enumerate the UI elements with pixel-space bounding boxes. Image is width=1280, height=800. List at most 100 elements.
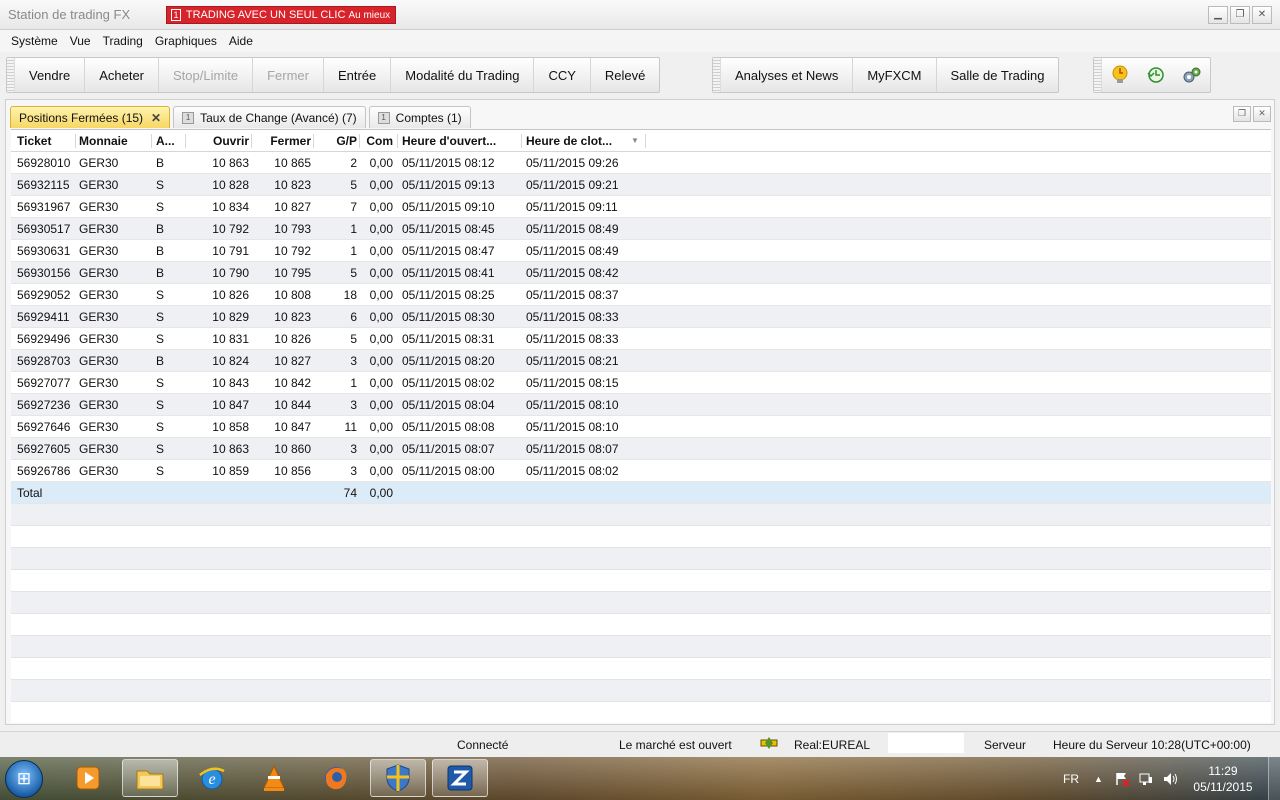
- one-click-trading-indicator[interactable]: 1 TRADING AVEC UN SEUL CLIC Au mieux: [166, 6, 397, 24]
- statement-button[interactable]: Relevé: [591, 58, 659, 92]
- buy-button[interactable]: Acheter: [85, 58, 160, 92]
- lightbulb-icon[interactable]: [1102, 58, 1138, 92]
- vlc-icon[interactable]: [246, 759, 302, 797]
- volume-icon[interactable]: [1162, 757, 1178, 800]
- table-row[interactable]: 56931967 GER30 S 10 834 10 827 7 0,00 05/11/201…: [11, 196, 1271, 218]
- cell-otime: 05/11/2015 08:20: [402, 354, 495, 368]
- cell-otime: 05/11/2015 08:07: [402, 442, 495, 456]
- table-row[interactable]: 56928010 GER30 B 10 863 10 865 2 0,00 05/11/201…: [11, 152, 1271, 174]
- col-close[interactable]: Fermer: [251, 130, 311, 152]
- minimize-button[interactable]: ▁: [1208, 6, 1228, 24]
- menu-aide[interactable]: Aide: [223, 34, 259, 48]
- cell-pl: 1: [350, 244, 357, 258]
- cell-ccy: GER30: [79, 178, 119, 192]
- clock-refresh-icon[interactable]: [1138, 58, 1174, 92]
- show-hidden-icons[interactable]: ▲: [1094, 757, 1103, 800]
- cell-com: 0,00: [369, 420, 393, 434]
- security-shield-icon[interactable]: [370, 759, 426, 797]
- windows-start-button[interactable]: ⊞: [5, 760, 43, 798]
- language-indicator[interactable]: FR: [1063, 757, 1079, 800]
- menu-graphiques[interactable]: Graphiques: [149, 34, 223, 48]
- menu-vue[interactable]: Vue: [64, 34, 97, 48]
- table-row[interactable]: 56927236 GER30 S 10 847 10 844 3 0,00 05/11/201…: [11, 394, 1271, 416]
- table-row[interactable]: 56927646 GER30 S 10 858 10 847 11 0,00 05/11/20…: [11, 416, 1271, 438]
- cell-side: S: [156, 442, 165, 456]
- cell-side: S: [156, 178, 165, 192]
- cell-open: 10 824: [212, 354, 249, 368]
- col-open-time[interactable]: Heure d'ouvert...: [402, 130, 520, 152]
- trading-app-icon[interactable]: [432, 759, 488, 797]
- cell-open: 10 831: [212, 332, 249, 346]
- table-row[interactable]: 56930156 GER30 B 10 790 10 795 5 0,00 05/11/201…: [11, 262, 1271, 284]
- stop-limit-button[interactable]: Stop/Limite: [159, 58, 254, 92]
- cell-side: B: [156, 156, 165, 170]
- trading-room-button[interactable]: Salle de Trading: [937, 58, 1059, 92]
- window-controls: ▁ ❐ ✕: [1208, 6, 1272, 24]
- sell-button[interactable]: Vendre: [15, 58, 86, 92]
- cell-ticket: 56927605: [17, 442, 71, 456]
- tab-accounts[interactable]: 1 Comptes (1): [368, 106, 471, 128]
- system-clock[interactable]: 11:29 05/11/2015: [1188, 763, 1258, 795]
- cell-side: B: [156, 354, 165, 368]
- toolbar-grip[interactable]: [7, 58, 15, 92]
- col-ticket[interactable]: Ticket: [17, 130, 75, 152]
- table-row[interactable]: 56930631 GER30 B 10 791 10 792 1 0,00 05/11/201…: [11, 240, 1271, 262]
- table-row[interactable]: 56928703 GER30 B 10 824 10 827 3 0,00 05/11/201…: [11, 350, 1271, 372]
- cell-side: S: [156, 332, 165, 346]
- cell-ctime: 05/11/2015 08:49: [526, 222, 619, 236]
- table-row[interactable]: 56929052 GER30 S 10 826 10 808 18 0,00 05/11/20…: [11, 284, 1271, 306]
- trading-mode-button[interactable]: Modalité du Trading: [391, 58, 535, 92]
- file-explorer-icon[interactable]: [122, 759, 178, 797]
- action-center-icon[interactable]: [1114, 757, 1130, 800]
- cell-side: S: [156, 420, 165, 434]
- internet-explorer-icon[interactable]: e: [184, 759, 240, 797]
- table-row[interactable]: 56926786 GER30 S 10 859 10 856 3 0,00 05/11/201…: [11, 460, 1271, 482]
- table-row[interactable]: 56927605 GER30 S 10 863 10 860 3 0,00 05/11/201…: [11, 438, 1271, 460]
- analysis-news-button[interactable]: Analyses et News: [721, 58, 854, 92]
- cell-com: 0,00: [369, 398, 393, 412]
- col-open[interactable]: Ouvrir: [187, 130, 249, 152]
- col-side[interactable]: A...: [156, 130, 182, 152]
- panel-restore-button[interactable]: ❐: [1233, 106, 1251, 122]
- cell-ticket: 56926786: [17, 464, 71, 478]
- toolbar-grip[interactable]: [713, 58, 721, 92]
- media-player-icon[interactable]: [60, 759, 116, 797]
- cell-open: 10 792: [212, 222, 249, 236]
- close-button[interactable]: ✕: [1252, 6, 1272, 24]
- cell-otime: 05/11/2015 08:04: [402, 398, 495, 412]
- col-close-time[interactable]: Heure de clot...: [526, 130, 644, 152]
- cell-ccy: GER30: [79, 222, 119, 236]
- myfxcm-button[interactable]: MyFXCM: [853, 58, 937, 92]
- close-position-button[interactable]: Fermer: [253, 58, 324, 92]
- show-desktop-button[interactable]: [1268, 757, 1280, 800]
- cell-side: S: [156, 376, 165, 390]
- sort-down-icon[interactable]: ▼: [631, 130, 639, 152]
- col-currency[interactable]: Monnaie: [79, 130, 149, 152]
- menu-trading[interactable]: Trading: [97, 34, 149, 48]
- close-tab-icon[interactable]: ✕: [151, 111, 161, 125]
- cell-close: 10 842: [274, 376, 311, 390]
- empty-row: [11, 636, 1271, 658]
- ccy-button[interactable]: CCY: [534, 58, 591, 92]
- toolbar-grip[interactable]: [1094, 58, 1102, 92]
- col-pl[interactable]: G/P: [315, 130, 357, 152]
- table-row[interactable]: 56929411 GER30 S 10 829 10 823 6 0,00 05/11/201…: [11, 306, 1271, 328]
- gears-icon[interactable]: [1174, 58, 1210, 92]
- tab-closed-positions[interactable]: Positions Fermées (15) ✕: [10, 106, 171, 128]
- panel-close-button[interactable]: ✕: [1253, 106, 1271, 122]
- firefox-icon[interactable]: [308, 759, 364, 797]
- cell-ctime: 05/11/2015 08:37: [526, 288, 619, 302]
- table-row[interactable]: 56927077 GER30 S 10 843 10 842 1 0,00 05/11/201…: [11, 372, 1271, 394]
- entry-button[interactable]: Entrée: [324, 58, 392, 92]
- cell-com: 0,00: [369, 332, 393, 346]
- network-icon[interactable]: [1138, 757, 1154, 800]
- menu-systeme[interactable]: Système: [5, 34, 64, 48]
- tab-exchange-rates[interactable]: 1 Taux de Change (Avancé) (7): [173, 106, 366, 128]
- col-commission[interactable]: Com: [361, 130, 393, 152]
- table-row[interactable]: 56930517 GER30 B 10 792 10 793 1 0,00 05/11/201…: [11, 218, 1271, 240]
- cell-otime: 05/11/2015 08:12: [402, 156, 495, 170]
- table-row[interactable]: 56929496 GER30 S 10 831 10 826 5 0,00 05/11/201…: [11, 328, 1271, 350]
- table-row[interactable]: 56932115 GER30 S 10 828 10 823 5 0,00 05/11/201…: [11, 174, 1271, 196]
- restore-button[interactable]: ❐: [1230, 6, 1250, 24]
- cell-otime: 05/11/2015 09:13: [402, 178, 495, 192]
